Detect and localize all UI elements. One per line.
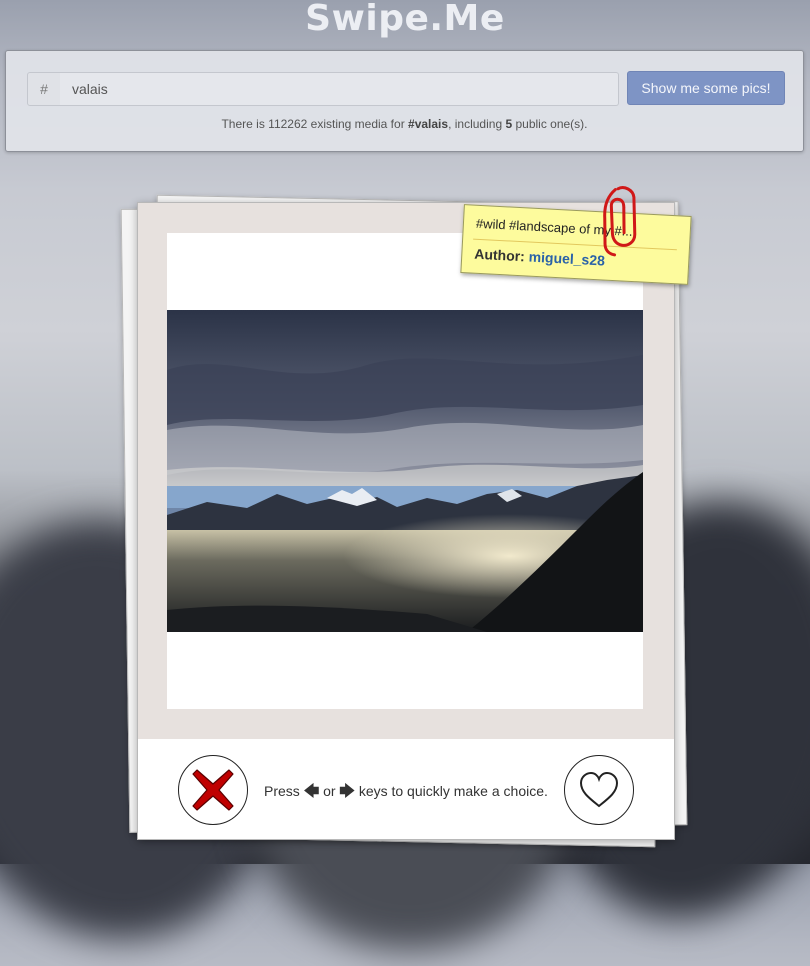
dislike-button[interactable] <box>178 755 248 825</box>
keyboard-hint: Press 🡄 or 🡆 keys to quickly make a choi… <box>264 783 548 800</box>
landscape-photo <box>167 310 643 632</box>
search-panel: # Show me some pics! There is 112262 exi… <box>5 50 804 152</box>
card-controls: Press 🡄 or 🡆 keys to quickly make a choi… <box>138 739 674 839</box>
hash-prefix: # <box>27 72 61 106</box>
media-count: 112262 <box>268 117 308 131</box>
photo-frame <box>167 233 643 709</box>
like-button[interactable] <box>564 755 634 825</box>
show-pics-button[interactable]: Show me some pics! <box>627 71 785 105</box>
tags-text: #wild #landscape of my #... <box>475 215 633 239</box>
paperclip-icon <box>603 186 637 257</box>
close-icon <box>192 769 234 811</box>
card-photo-area <box>138 203 674 739</box>
tag-name: #valais <box>408 117 449 131</box>
info-note: #wild #landscape of my #... Author: migu… <box>460 204 692 285</box>
search-input[interactable] <box>60 72 619 106</box>
app-title: Swipe.Me <box>305 0 505 39</box>
heart-icon <box>579 771 619 808</box>
media-info: There is 112262 existing media for #vala… <box>221 117 588 131</box>
left-arrow-icon: 🡄 <box>303 783 320 800</box>
right-arrow-icon: 🡆 <box>339 783 355 800</box>
photo-card[interactable]: Press 🡄 or 🡆 keys to quickly make a choi… <box>137 202 675 840</box>
